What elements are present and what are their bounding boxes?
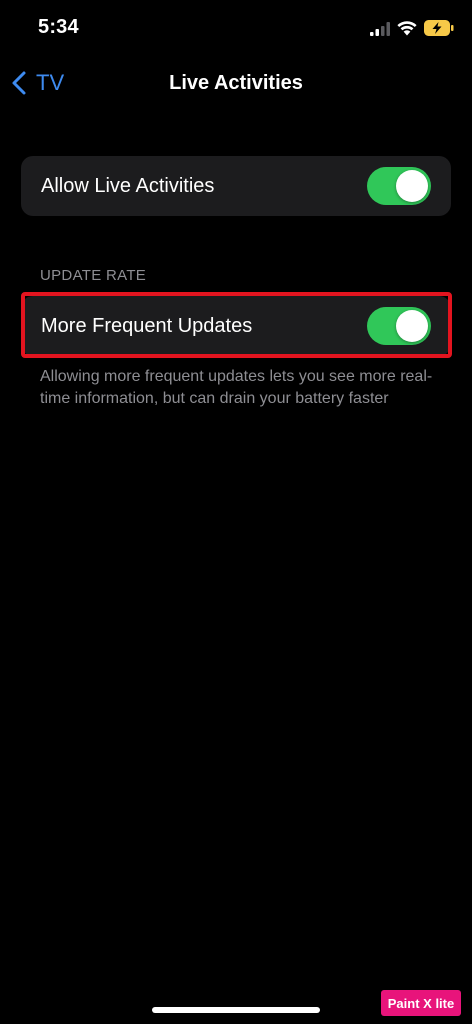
- more-frequent-updates-row: More Frequent Updates: [21, 296, 451, 356]
- wifi-icon: [397, 21, 417, 36]
- status-time: 5:34: [38, 16, 79, 38]
- watermark-label: Paint X lite: [381, 990, 461, 1016]
- page-title: Live Activities: [169, 72, 303, 94]
- allow-live-activities-label: Allow Live Activities: [41, 174, 215, 197]
- allow-live-activities-row: Allow Live Activities: [21, 156, 451, 216]
- cellular-signal-icon: [370, 22, 390, 36]
- more-frequent-updates-label: More Frequent Updates: [41, 314, 253, 337]
- allow-live-activities-group: Allow Live Activities: [21, 156, 451, 216]
- toggle-knob: [396, 170, 428, 202]
- battery-charging-icon: [424, 20, 454, 36]
- update-rate-footer-note: Allowing more frequent updates lets you …: [40, 368, 433, 407]
- navigation-bar: TV Live Activities: [0, 60, 472, 106]
- update-rate-group: More Frequent Updates: [21, 296, 451, 356]
- allow-live-activities-toggle[interactable]: [367, 167, 431, 205]
- more-frequent-updates-toggle[interactable]: [367, 307, 431, 345]
- update-rate-section-header: UPDATE RATE: [40, 267, 147, 284]
- home-indicator[interactable]: [152, 1007, 320, 1013]
- toggle-knob: [396, 310, 428, 342]
- status-bar: 5:34: [0, 0, 472, 56]
